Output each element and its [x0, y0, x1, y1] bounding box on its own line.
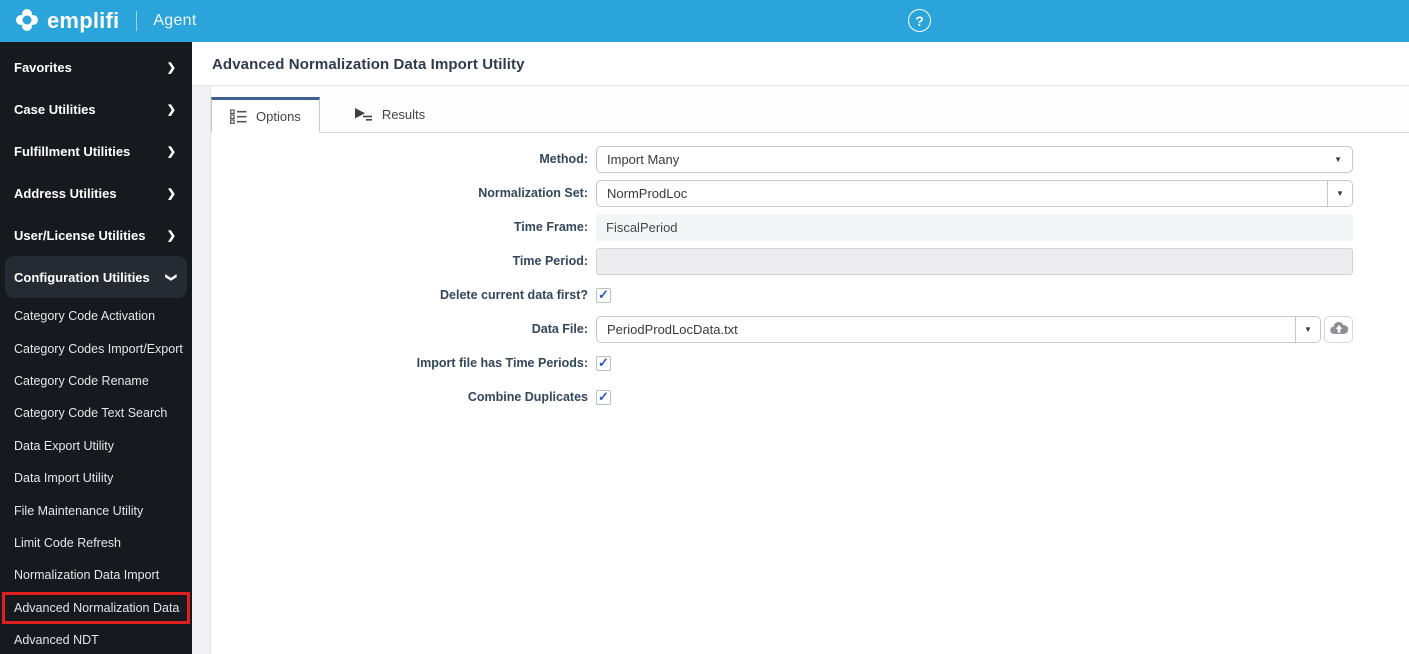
sidebar-item-label: Data Export Utility: [14, 438, 115, 453]
tab-options[interactable]: Options: [211, 97, 320, 133]
brand-name: emplifi: [47, 8, 120, 33]
sidebar-item-advanced-normalization-data-import[interactable]: Advanced Normalization Data: [2, 591, 190, 624]
caret-down-icon: ▼: [1304, 325, 1312, 334]
delete-current-data-checkbox[interactable]: ✓: [596, 288, 611, 303]
caret-down-icon: ▼: [1336, 189, 1344, 198]
chevron-down-icon: ❯: [164, 272, 177, 282]
sidebar-item-user-license-utilities[interactable]: User/License Utilities ❯: [0, 214, 192, 256]
caret-down-icon: ▼: [1334, 155, 1342, 164]
field-label: Import file has Time Periods:: [416, 356, 588, 370]
normalization-set-combobox: NormProdLoc ▼: [596, 180, 1353, 207]
sidebar-section-label: User/License Utilities: [14, 227, 146, 243]
method-select[interactable]: Import Many ▼: [596, 146, 1353, 173]
sidebar-item-normalization-data-import[interactable]: Normalization Data Import: [0, 559, 192, 591]
tab-strip: Options Results: [211, 86, 1409, 133]
sidebar-item-category-code-rename[interactable]: Category Code Rename: [0, 365, 192, 397]
help-icon[interactable]: ?: [908, 9, 931, 32]
top-bar: emplifi Agent ?: [0, 0, 1409, 42]
sidebar-item-favorites[interactable]: Favorites ❯: [0, 46, 192, 88]
chevron-right-icon: ❯: [166, 229, 176, 242]
sidebar-item-label: Advanced Normalization Data: [14, 600, 180, 615]
sidebar-section-label: Case Utilities: [14, 101, 96, 117]
title-bar: Advanced Normalization Data Import Utili…: [192, 42, 1409, 86]
sidebar-item-advanced-ndt[interactable]: Advanced NDT: [0, 624, 192, 654]
sidebar-item-label: File Maintenance Utility: [14, 503, 144, 518]
sidebar: Favorites ❯ Case Utilities ❯ Fulfillment…: [0, 42, 192, 654]
field-label: Normalization Set:: [478, 186, 588, 200]
sidebar-item-category-code-activation[interactable]: Category Code Activation: [0, 300, 192, 332]
field-label: Data File:: [531, 322, 588, 336]
sidebar-item-label: Category Code Rename: [14, 373, 149, 388]
help-glyph: ?: [915, 12, 924, 29]
content-area: Advanced Normalization Data Import Utili…: [192, 42, 1409, 654]
chevron-right-icon: ❯: [166, 103, 176, 116]
check-icon: ✓: [598, 355, 609, 370]
field-label: Time Period:: [512, 254, 588, 268]
sidebar-item-data-import-utility[interactable]: Data Import Utility: [0, 462, 192, 494]
page-title: Advanced Normalization Data Import Utili…: [212, 56, 525, 73]
sidebar-item-file-maintenance-utility[interactable]: File Maintenance Utility: [0, 494, 192, 526]
normalization-set-dropdown-button[interactable]: ▼: [1327, 181, 1352, 206]
form-row-data-file: Data File: PeriodProdLocData.txt ▼: [211, 316, 1409, 343]
brand-divider: [136, 11, 138, 31]
tab-results[interactable]: Results: [336, 96, 443, 132]
sidebar-item-category-codes-import-export[interactable]: Category Codes Import/Export: [0, 332, 192, 364]
sidebar-item-address-utilities[interactable]: Address Utilities ❯: [0, 172, 192, 214]
normalization-set-input[interactable]: NormProdLoc: [597, 181, 1327, 206]
sidebar-gutter: [192, 86, 211, 654]
options-form: Method: Import Many ▼ Normalization Set:: [211, 133, 1409, 654]
tab-label: Options: [256, 108, 301, 124]
sidebar-item-label: Normalization Data Import: [14, 568, 160, 583]
check-icon: ✓: [598, 389, 609, 404]
sidebar-item-fulfillment-utilities[interactable]: Fulfillment Utilities ❯: [0, 130, 192, 172]
form-row-method: Method: Import Many ▼: [211, 146, 1409, 173]
form-row-import-file-time-periods: Import file has Time Periods: ✓: [211, 350, 1409, 377]
sidebar-item-configuration-utilities[interactable]: Configuration Utilities ❯: [5, 256, 187, 298]
field-label: Delete current data first?: [440, 288, 588, 302]
emplifi-logo-icon: [14, 7, 40, 36]
combine-duplicates-checkbox[interactable]: ✓: [596, 390, 611, 405]
sidebar-item-label: Advanced NDT: [14, 633, 99, 648]
form-row-normalization-set: Normalization Set: NormProdLoc ▼: [211, 180, 1409, 207]
form-row-combine-duplicates: Combine Duplicates ✓: [211, 384, 1409, 411]
time-period-field: [596, 248, 1353, 275]
sidebar-section-label: Configuration Utilities: [14, 269, 150, 285]
import-file-time-periods-checkbox[interactable]: ✓: [596, 356, 611, 371]
upload-file-button[interactable]: [1324, 316, 1353, 343]
sidebar-section-label: Address Utilities: [14, 185, 117, 201]
data-file-input[interactable]: PeriodProdLocData.txt: [597, 317, 1295, 342]
sidebar-item-label: Data Import Utility: [14, 471, 114, 486]
time-frame-field: FiscalPeriod: [596, 214, 1353, 241]
sidebar-item-limit-code-refresh[interactable]: Limit Code Refresh: [0, 527, 192, 559]
data-file-combobox: PeriodProdLocData.txt ▼: [596, 316, 1321, 343]
field-label: Combine Duplicates: [467, 390, 588, 404]
form-row-delete-current-data: Delete current data first? ✓: [211, 282, 1409, 309]
sidebar-section-label: Fulfillment Utilities: [14, 143, 131, 159]
cloud-upload-icon: [1329, 321, 1349, 338]
sidebar-item-label: Category Code Activation: [14, 309, 156, 324]
sidebar-item-label: Category Codes Import/Export: [14, 341, 183, 356]
field-label: Method:: [539, 152, 588, 166]
form-row-time-period: Time Period:: [211, 248, 1409, 275]
sidebar-section-label: Favorites: [14, 59, 72, 75]
options-list-icon: [230, 108, 247, 124]
data-file-dropdown-button[interactable]: ▼: [1295, 317, 1320, 342]
brand-product: Agent: [153, 12, 197, 29]
sidebar-item-category-code-text-search[interactable]: Category Code Text Search: [0, 397, 192, 429]
sidebar-item-case-utilities[interactable]: Case Utilities ❯: [0, 88, 192, 130]
chevron-right-icon: ❯: [166, 187, 176, 200]
brand: emplifi Agent: [14, 7, 197, 36]
form-row-time-frame: Time Frame: FiscalPeriod: [211, 214, 1409, 241]
check-icon: ✓: [598, 287, 609, 302]
sidebar-item-label: Limit Code Refresh: [14, 535, 121, 550]
tab-label: Results: [381, 106, 426, 122]
sidebar-item-label: Category Code Text Search: [14, 406, 168, 421]
results-run-icon: [354, 107, 373, 121]
method-value: Import Many: [607, 152, 680, 167]
chevron-right-icon: ❯: [166, 61, 176, 74]
sidebar-item-data-export-utility[interactable]: Data Export Utility: [0, 430, 192, 462]
field-label: Time Frame:: [513, 220, 588, 234]
sidebar-subnav: Category Code Activation Category Codes …: [0, 300, 192, 654]
chevron-right-icon: ❯: [166, 145, 176, 158]
